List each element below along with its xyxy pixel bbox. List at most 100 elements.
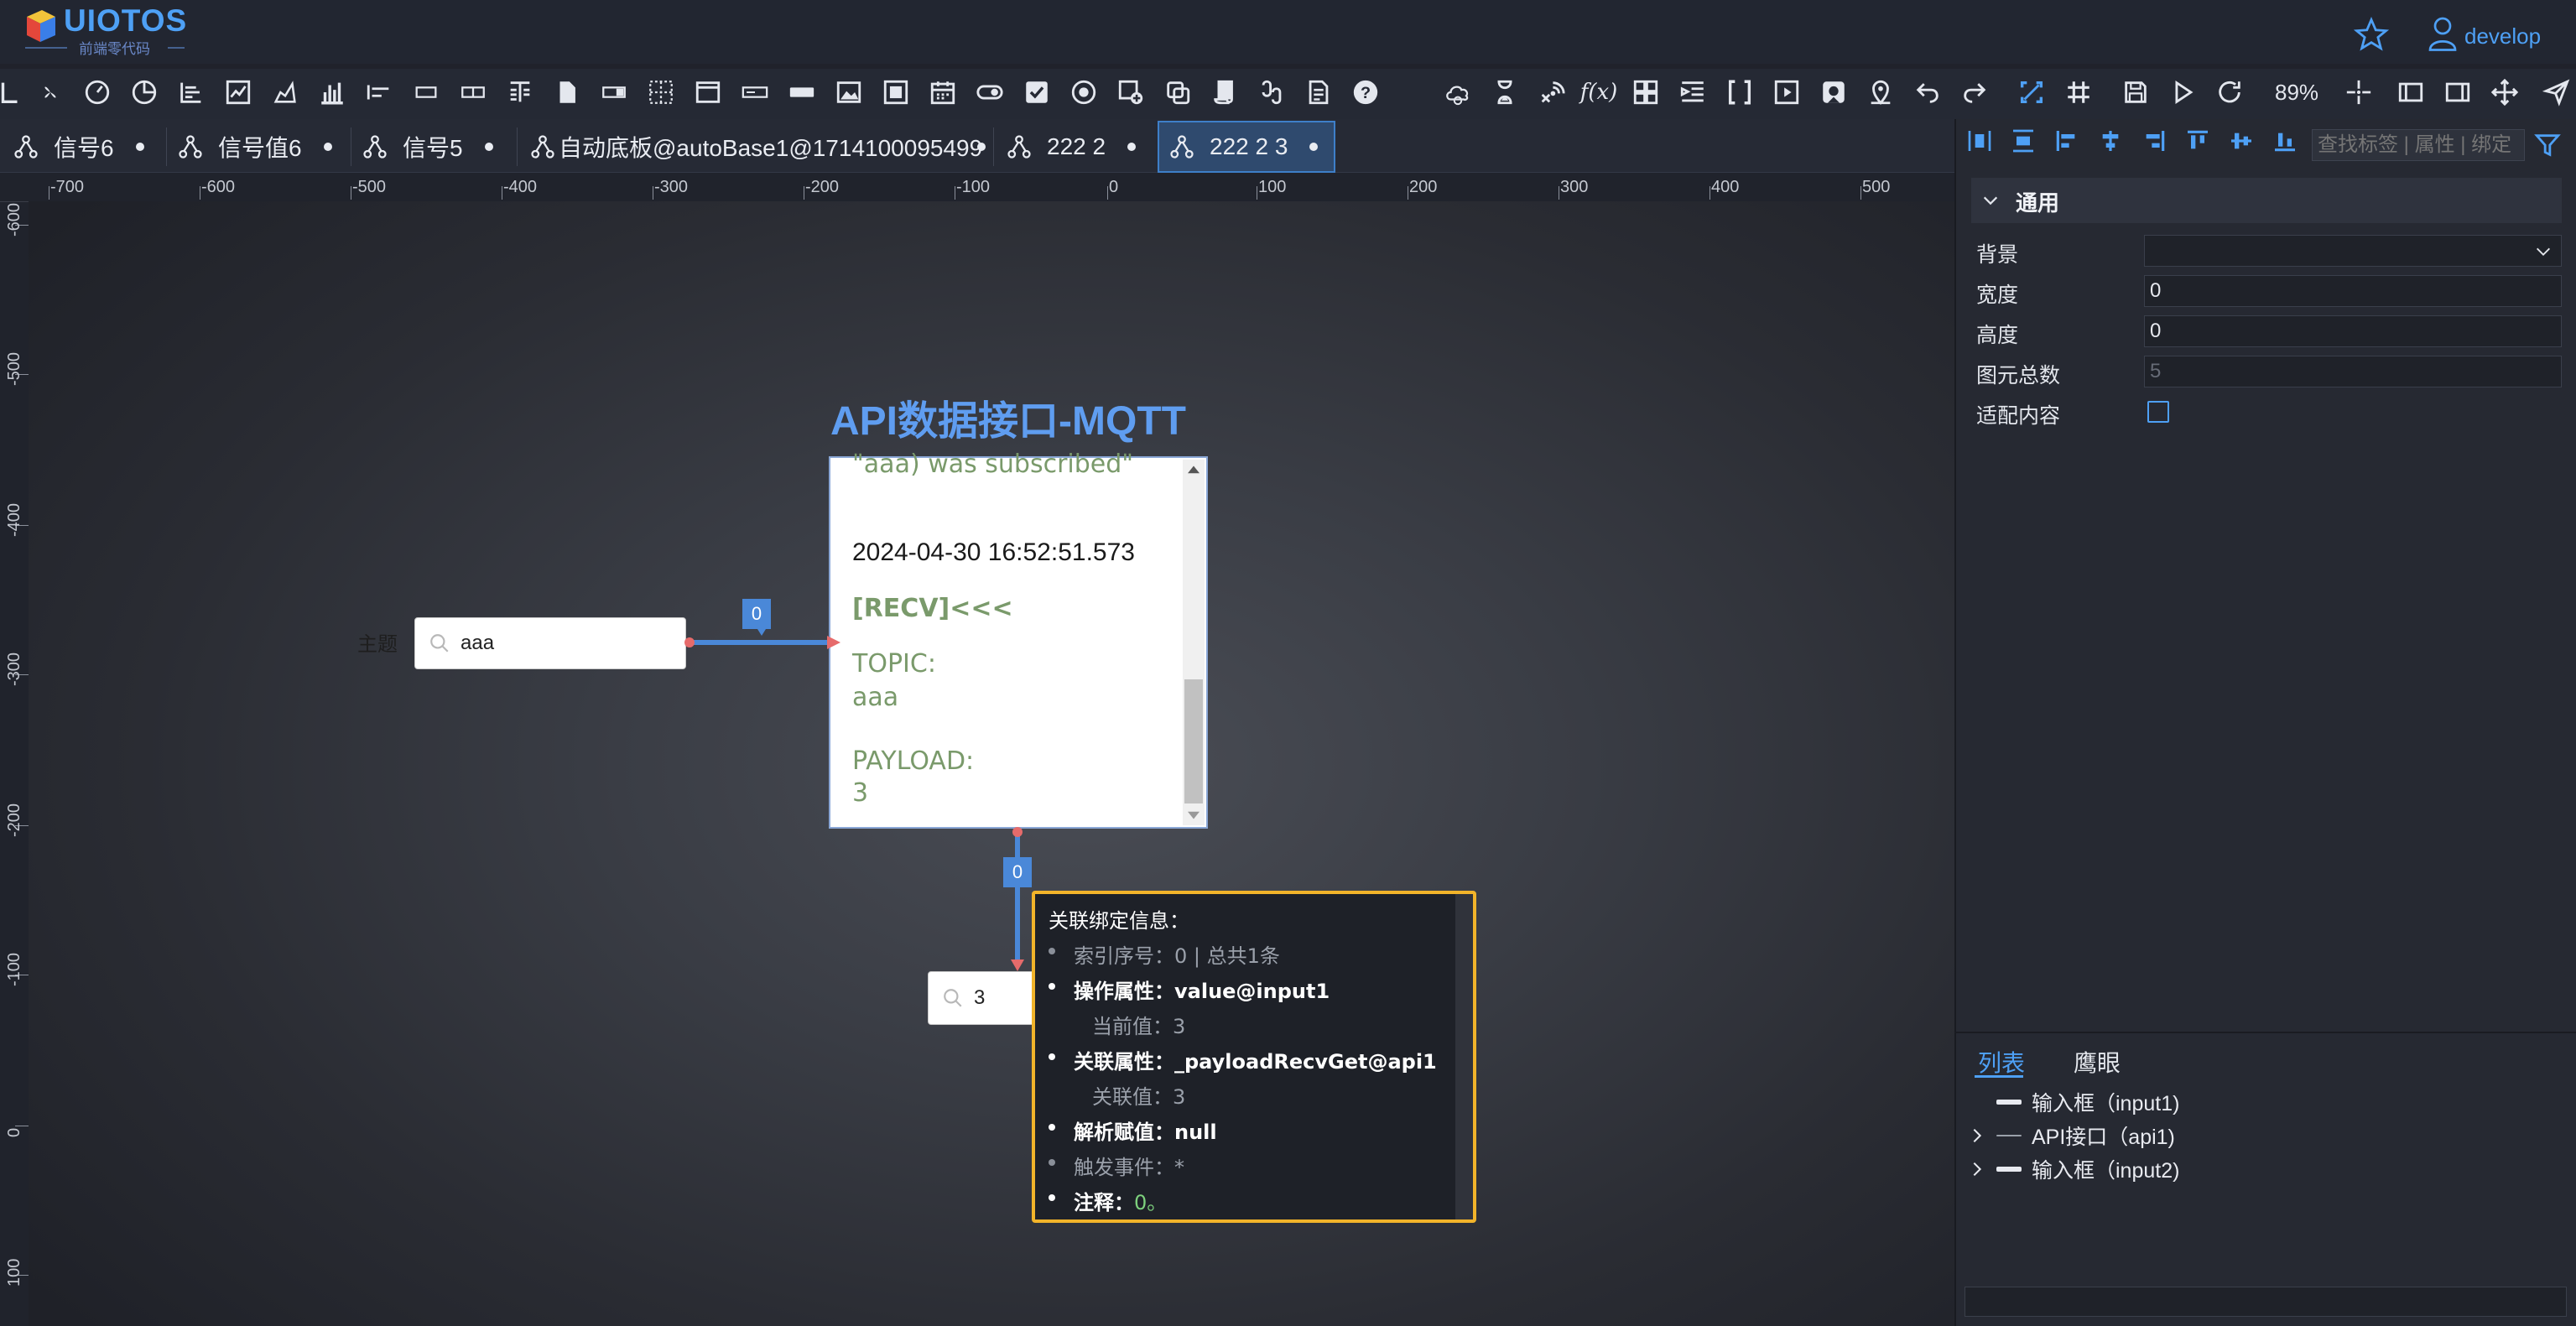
output-input[interactable]: 3 — [928, 971, 1037, 1025]
tree-item-input1[interactable]: 输入框（input1) — [1968, 1087, 2179, 1117]
bar-chart-horizontal-icon[interactable] — [174, 75, 208, 109]
toggle-box-icon[interactable] — [597, 75, 631, 109]
tab-eagle-eye[interactable]: 鹰眼 — [2074, 1045, 2121, 1079]
line-chart-icon[interactable] — [221, 75, 255, 109]
play-icon[interactable] — [2166, 75, 2199, 109]
section-general-header[interactable] — [1971, 178, 2562, 223]
window-icon[interactable] — [691, 75, 725, 109]
tree-item-api1[interactable]: API接口（api1) — [1968, 1121, 2175, 1151]
tab-signal6[interactable]: 信号6 — [13, 121, 144, 173]
tab-close-dot[interactable] — [135, 143, 144, 151]
add-component-icon[interactable] — [1114, 75, 1147, 109]
label-box-icon[interactable] — [409, 75, 443, 109]
tooltip-scrollbar[interactable] — [1455, 894, 1473, 1219]
favorite-star-icon[interactable] — [2354, 17, 2389, 52]
input-field-icon[interactable] — [738, 75, 772, 109]
align-distribute-h-icon[interactable] — [1966, 127, 2000, 161]
tab-close-dot[interactable] — [323, 143, 332, 151]
function-icon[interactable]: f(x) — [1580, 75, 1618, 109]
filter-icon[interactable] — [2533, 131, 2562, 159]
bottom-status-field[interactable] — [1965, 1287, 2567, 1317]
video-icon[interactable] — [1770, 75, 1803, 109]
hourglass-icon[interactable] — [1488, 75, 1522, 109]
background-select[interactable] — [2144, 235, 2562, 267]
checkbox-icon[interactable] — [1020, 75, 1054, 109]
tab-close-dot[interactable] — [484, 143, 493, 151]
align-right-icon[interactable] — [2141, 127, 2174, 161]
refresh-icon[interactable] — [2213, 75, 2246, 109]
select-area-icon[interactable] — [2015, 75, 2048, 109]
gauge-tool-icon[interactable] — [81, 75, 114, 109]
cloud-api-icon[interactable] — [1441, 75, 1475, 109]
scroll-icon[interactable] — [1208, 75, 1241, 109]
align-distribute-v-icon[interactable] — [2010, 127, 2043, 161]
scroll-up-arrow-icon[interactable] — [1186, 463, 1201, 475]
scroll-down-arrow-icon[interactable] — [1186, 810, 1201, 822]
calendar-icon[interactable] — [926, 75, 960, 109]
send-icon[interactable] — [2540, 75, 2573, 109]
help-icon[interactable]: ? — [1349, 75, 1382, 109]
chevron-right-icon[interactable] — [1968, 1126, 1986, 1145]
radio-icon[interactable] — [1067, 75, 1101, 109]
fan-tool-icon[interactable] — [34, 75, 67, 109]
align-top-icon[interactable] — [2184, 127, 2218, 161]
link-badge[interactable]: 0 — [1003, 857, 1032, 887]
link-chain-icon[interactable] — [1255, 75, 1288, 109]
tree-item-input2[interactable]: 输入框（input2) — [1968, 1154, 2179, 1184]
panel-right-icon[interactable] — [2441, 75, 2475, 109]
pie-chart-icon[interactable] — [127, 75, 161, 109]
wireless-signal-icon[interactable] — [1535, 75, 1569, 109]
align-center-h-icon[interactable] — [2097, 127, 2131, 161]
align-middle-v-icon[interactable] — [2228, 127, 2261, 161]
button-icon[interactable] — [785, 75, 819, 109]
copy-icon[interactable] — [1161, 75, 1194, 109]
width-field[interactable]: 0 — [2144, 275, 2562, 307]
undo-icon[interactable] — [1911, 75, 1944, 109]
gallery-icon[interactable] — [879, 75, 913, 109]
tab-222-2-3[interactable]: 222 2 3 — [1158, 121, 1335, 173]
brackets-icon[interactable] — [1723, 75, 1756, 109]
text-align-icon[interactable] — [503, 75, 537, 109]
column-chart-icon[interactable] — [315, 75, 349, 109]
image-icon[interactable] — [832, 75, 866, 109]
switch-icon[interactable] — [973, 75, 1007, 109]
move-arrows-icon[interactable] — [2488, 75, 2521, 109]
tab-list[interactable]: 列表 — [1978, 1045, 2025, 1079]
tab-close-dot[interactable] — [1127, 143, 1137, 151]
tab-close-dot[interactable] — [977, 143, 986, 151]
zoom-level[interactable]: 89% — [2275, 80, 2318, 106]
tab-signal-value6[interactable]: 信号值6 — [178, 121, 332, 173]
user-icon[interactable] — [2428, 15, 2458, 52]
document-list-icon[interactable] — [1302, 75, 1335, 109]
topic-input[interactable]: aaa — [414, 617, 686, 669]
tab-signal5[interactable]: 信号5 — [362, 121, 493, 173]
align-left-icon[interactable] — [2053, 127, 2087, 161]
tab-222-2[interactable]: 222 2 — [1007, 121, 1137, 173]
dual-box-icon[interactable] — [456, 75, 490, 109]
progress-bar-icon[interactable] — [362, 75, 396, 109]
log-scrollbar-thumb[interactable] — [1184, 679, 1203, 803]
fit-content-checkbox[interactable] — [2147, 401, 2169, 423]
save-icon[interactable] — [2119, 75, 2152, 109]
map-pin-icon[interactable] — [1864, 75, 1897, 109]
camera-icon[interactable] — [1817, 75, 1850, 109]
align-bottom-icon[interactable] — [2272, 127, 2305, 161]
layout-grid-icon[interactable] — [1629, 75, 1663, 109]
text-tool-icon[interactable] — [0, 75, 27, 109]
redo-icon[interactable] — [1958, 75, 1991, 109]
link-badge[interactable]: 0 — [742, 599, 771, 629]
property-search-input[interactable] — [2312, 129, 2525, 161]
crosshair-icon[interactable] — [2342, 75, 2376, 109]
chevron-down-icon[interactable] — [1981, 191, 2000, 210]
tab-auto-base[interactable]: 自动底板@autoBase1@1714100095499 — [530, 121, 986, 173]
user-name[interactable]: develop — [2464, 23, 2541, 49]
panel-left-icon[interactable] — [2394, 75, 2428, 109]
height-field[interactable]: 0 — [2144, 315, 2562, 347]
grid-dots-icon[interactable] — [644, 75, 678, 109]
indent-icon[interactable] — [1676, 75, 1710, 109]
tab-close-dot[interactable] — [1309, 143, 1319, 151]
file-icon[interactable] — [550, 75, 584, 109]
chevron-right-icon[interactable] — [1968, 1160, 1986, 1178]
area-chart-icon[interactable] — [268, 75, 302, 109]
grid-toggle-icon[interactable] — [2062, 75, 2095, 109]
